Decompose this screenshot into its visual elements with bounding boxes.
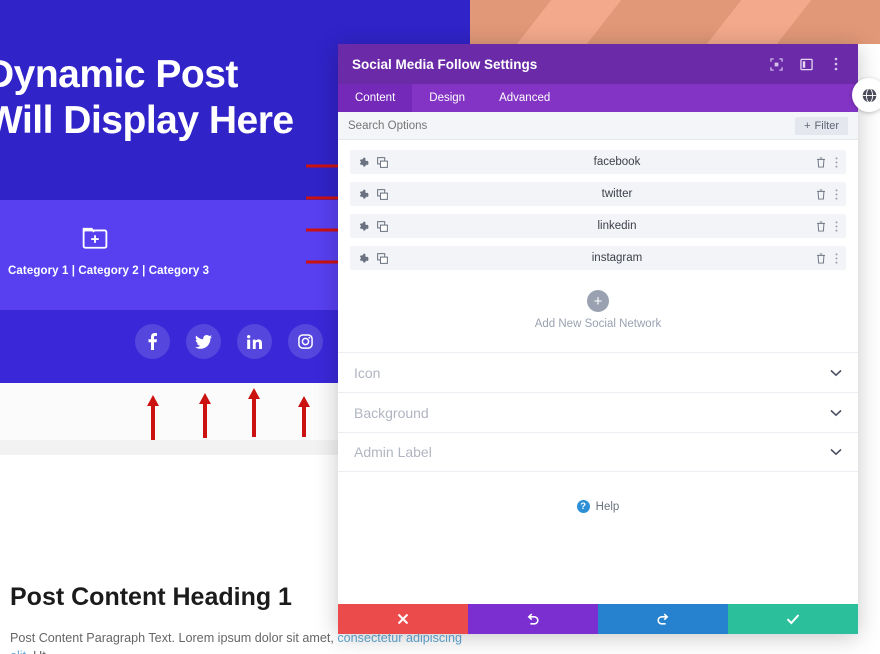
more-vertical-icon[interactable] [828,56,844,72]
folder-plus-icon [82,226,108,250]
network-row-facebook[interactable]: facebook [350,150,846,174]
network-name: linkedin [597,220,637,232]
modal-footer [338,604,858,634]
tab-content[interactable]: Content [338,84,413,112]
globe-icon[interactable] [852,78,880,112]
gear-icon[interactable] [358,189,369,200]
trash-icon[interactable] [816,156,826,168]
undo-icon [527,613,539,625]
annotation-arrow-up-2 [198,390,212,438]
plus-icon: + [804,119,811,132]
row-left-actions [358,220,418,232]
modal-tabs: Content Design Advanced [338,84,858,112]
filter-label: Filter [814,119,839,132]
undo-button[interactable] [468,604,598,634]
redo-button[interactable] [598,604,728,634]
network-name: facebook [593,156,641,168]
network-row-twitter[interactable]: twitter [350,182,846,206]
social-network-list: facebook twitter linkedin instagram [338,140,858,270]
row-right-actions [816,156,838,168]
fullscreen-icon[interactable] [768,56,784,72]
check-icon [786,614,800,625]
settings-sections: Icon Background Admin Label [338,352,858,472]
cancel-button[interactable] [338,604,468,634]
chevron-down-icon [830,406,842,420]
twitter-icon[interactable] [186,324,221,359]
help-link[interactable]: ? Help [338,500,858,513]
annotation-arrow-up-3 [247,385,261,437]
gear-icon[interactable] [358,157,369,168]
section-admin-label[interactable]: Admin Label [338,432,858,472]
row-left-actions [358,188,418,200]
add-new-social-network[interactable]: + Add New Social Network [338,278,858,330]
more-vertical-icon[interactable] [835,188,838,200]
gear-icon[interactable] [358,221,369,232]
facebook-icon[interactable] [135,324,170,359]
social-icon-row [135,324,323,359]
row-right-actions [816,220,838,232]
chevron-down-icon [830,366,842,380]
more-vertical-icon[interactable] [835,220,838,232]
redo-icon [657,613,669,625]
section-label: Admin Label [354,444,432,460]
duplicate-icon[interactable] [377,156,388,168]
search-input[interactable] [348,119,796,132]
category-list: Category 1 | Category 2 | Category 3 [8,265,210,277]
modal-title: Social Media Follow Settings [352,56,538,72]
duplicate-icon[interactable] [377,220,388,232]
help-label: Help [595,500,620,513]
question-icon: ? [576,500,590,513]
section-icon[interactable]: Icon [338,352,858,392]
filter-button[interactable]: + Filter [795,116,848,135]
row-left-actions [358,156,418,168]
trash-icon[interactable] [816,220,826,232]
network-name: twitter [601,188,633,200]
screenshot-root: Dynamic Post Will Display Here Category … [0,0,880,654]
annotation-arrow-up-1 [146,392,160,440]
modal-header: Social Media Follow Settings [338,44,858,84]
gear-icon[interactable] [358,253,369,264]
tab-advanced[interactable]: Advanced [482,84,567,112]
save-button[interactable] [728,604,858,634]
trash-icon[interactable] [816,252,826,264]
row-right-actions [816,252,838,264]
network-name: instagram [591,252,643,264]
layout-panel-icon[interactable] [798,56,814,72]
network-row-instagram[interactable]: instagram [350,246,846,270]
tab-design[interactable]: Design [412,84,482,112]
trash-icon[interactable] [816,188,826,200]
modal-header-actions [768,56,844,72]
row-right-actions [816,188,838,200]
paragraph-text-after: . Ut [26,649,46,654]
chevron-down-icon [830,445,842,459]
more-vertical-icon[interactable] [835,252,838,264]
section-label: Icon [354,364,381,381]
linkedin-icon[interactable] [237,324,272,359]
more-vertical-icon[interactable] [835,156,838,168]
annotation-arrow-up-4 [297,393,311,441]
instagram-icon[interactable] [288,324,323,359]
settings-modal: Social Media Follow Settings Content Des… [338,44,858,634]
plus-icon[interactable]: + [587,290,609,312]
duplicate-icon[interactable] [377,252,388,264]
row-left-actions [358,252,418,264]
network-row-linkedin[interactable]: linkedin [350,214,846,238]
add-new-label: Add New Social Network [534,318,662,330]
search-bar: + Filter [338,112,858,140]
section-label: Background [354,404,429,421]
modal-body: facebook twitter linkedin instagram + Ad… [338,140,858,604]
close-icon [397,613,409,625]
duplicate-icon[interactable] [377,188,388,200]
paragraph-text-before: Post Content Paragraph Text. Lorem ipsum… [10,631,338,645]
section-background[interactable]: Background [338,392,858,432]
